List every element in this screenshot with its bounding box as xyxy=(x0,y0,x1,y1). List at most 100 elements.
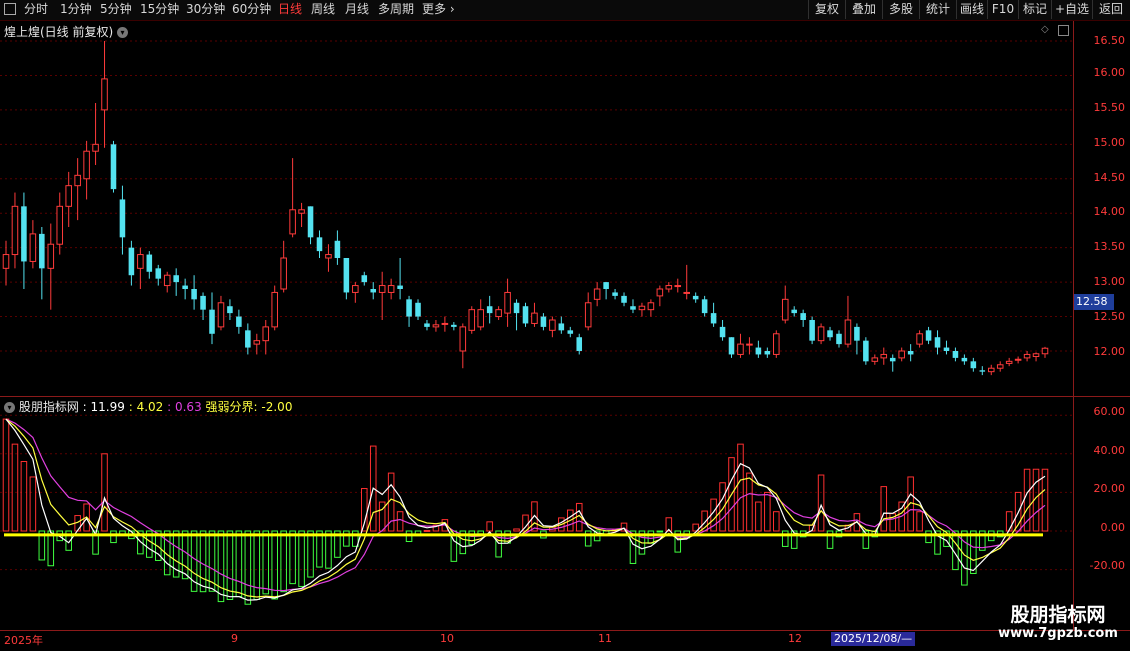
candle-body-down xyxy=(621,295,627,303)
indicator-bar xyxy=(199,530,207,593)
candle-body-up xyxy=(683,291,691,294)
multi-stock-button[interactable]: 多股 xyxy=(882,0,919,19)
square-icon[interactable] xyxy=(1058,25,1069,36)
candle-body-down xyxy=(424,323,430,327)
period-multi[interactable]: 多周期 xyxy=(378,1,414,18)
candle-body-down xyxy=(119,199,126,238)
period-daily[interactable]: 日线 xyxy=(278,1,302,18)
price-tick: 13.00 xyxy=(1093,275,1126,288)
period-monthly[interactable]: 月线 xyxy=(345,1,369,18)
candle-body-down xyxy=(21,206,27,262)
candle-body-down xyxy=(567,330,574,334)
candle-body-up xyxy=(163,274,171,287)
indicator-bar xyxy=(916,511,923,532)
period-5min[interactable]: 5分钟 xyxy=(100,1,132,18)
indicator-value-3: : 0.63 xyxy=(167,400,202,414)
indicator-chart[interactable]: ▾ 股朋指标网 : 11.99 : 4.02 : 0.63 强弱分界: -2.0… xyxy=(0,397,1073,630)
indicator-title: ▾ 股朋指标网 : 11.99 : 4.02 : 0.63 强弱分界: -2.0… xyxy=(4,398,292,415)
period-intraday[interactable]: 分时 xyxy=(24,1,48,18)
indicator-bar xyxy=(880,486,888,532)
candle-body-up xyxy=(593,288,601,300)
panel-toggle-checkbox[interactable] xyxy=(4,3,16,15)
indicator-bar xyxy=(298,530,305,587)
candle-body-up xyxy=(674,285,682,288)
candle-body-down xyxy=(800,313,806,320)
watermark-title: 股朋指标网 xyxy=(1010,604,1106,626)
indicator-dropdown-icon[interactable]: ▾ xyxy=(4,402,15,413)
indicator-bar xyxy=(423,529,431,532)
draw-line-button[interactable]: 画线 xyxy=(956,0,987,19)
chevron-right-icon: › xyxy=(446,2,455,16)
indicator-tick: 60.00 xyxy=(1093,405,1126,418)
candle-body-down xyxy=(952,351,959,358)
date-label: 2025年 xyxy=(4,634,43,647)
candle-body-up xyxy=(1032,353,1040,358)
period-30min[interactable]: 30分钟 xyxy=(186,1,225,18)
candle-body-up xyxy=(271,291,278,328)
candle-body-up xyxy=(638,305,646,311)
candle-body-up xyxy=(1014,358,1022,361)
indicator-bar xyxy=(925,530,932,544)
indicator-bar xyxy=(781,530,789,547)
indicator-bar xyxy=(289,530,296,585)
magenta-signal-line xyxy=(5,418,1046,592)
date-label: 9 xyxy=(231,632,238,645)
candle-body-down xyxy=(227,306,233,314)
candle-body-up xyxy=(468,309,476,331)
indicator-bar xyxy=(746,472,753,532)
date-label: 10 xyxy=(440,632,454,645)
candle-body-up xyxy=(65,185,72,207)
price-scale: 16.50 16.00 15.50 15.00 14.50 14.00 13.5… xyxy=(1073,21,1130,396)
candle-body-down xyxy=(307,206,314,238)
indicator-name: 股朋指标网 xyxy=(18,400,79,414)
price-tick: 13.50 xyxy=(1093,240,1126,253)
mark-button[interactable]: 标记 xyxy=(1018,0,1051,19)
indicator-tick: -20.00 xyxy=(1089,559,1125,572)
indicator-bar xyxy=(1041,468,1049,532)
period-more[interactable]: 更多 › xyxy=(422,1,455,18)
candle-body-up xyxy=(987,367,995,373)
indicator-bar xyxy=(764,491,771,532)
price-chart[interactable]: 煌上煌(日线 前复权) ▾ ◇ xyxy=(0,21,1073,396)
yellow-signal-line xyxy=(5,418,1046,598)
candle-body-up xyxy=(746,343,753,346)
period-60min[interactable]: 60分钟 xyxy=(232,1,271,18)
candle-body-down xyxy=(576,337,583,351)
candle-body-down xyxy=(728,337,735,355)
candle-body-down xyxy=(970,361,977,369)
indicator-bar xyxy=(970,530,977,574)
period-1min[interactable]: 1分钟 xyxy=(60,1,92,18)
candle-body-up xyxy=(495,309,502,318)
stock-name-label: 煌上煌(日线 前复权) xyxy=(4,25,114,39)
candle-body-up xyxy=(773,333,780,355)
indicator-bar xyxy=(468,530,476,545)
candle-body-up xyxy=(74,174,81,187)
candle-body-up xyxy=(137,254,144,269)
add-watchlist-button[interactable]: +自选 xyxy=(1051,0,1092,19)
back-button[interactable]: 返回 xyxy=(1092,0,1129,19)
indicator-bar xyxy=(961,530,968,586)
statistics-button[interactable]: 统计 xyxy=(919,0,956,19)
value-3-text: 0.63 xyxy=(174,400,202,414)
indicator-tick: 40.00 xyxy=(1093,444,1126,457)
diamond-icon[interactable]: ◇ xyxy=(1041,24,1049,35)
candle-body-down xyxy=(200,295,206,310)
price-tick: 15.50 xyxy=(1093,101,1126,114)
f10-button[interactable]: F10 xyxy=(987,0,1018,19)
candle-body-down xyxy=(558,323,565,331)
indicator-bar xyxy=(343,530,350,547)
crosshair-date-label: 2025/12/08/— xyxy=(831,632,916,646)
candle-body-up xyxy=(325,254,332,259)
watermark: 股朋指标网 www.7gpzb.com xyxy=(988,604,1128,642)
period-15min[interactable]: 15分钟 xyxy=(140,1,179,18)
candle-body-down xyxy=(943,347,950,351)
indicator-bar xyxy=(486,521,493,532)
candle-body-down xyxy=(854,326,860,341)
current-price-tag: 12.58 xyxy=(1074,294,1114,310)
overlay-button[interactable]: 叠加 xyxy=(845,0,882,19)
adjust-button[interactable]: 复权 xyxy=(808,0,845,19)
period-weekly[interactable]: 周线 xyxy=(311,1,335,18)
price-tick: 12.50 xyxy=(1093,310,1126,323)
candle-body-down xyxy=(979,370,986,372)
dropdown-circle-icon[interactable]: ▾ xyxy=(117,27,129,38)
